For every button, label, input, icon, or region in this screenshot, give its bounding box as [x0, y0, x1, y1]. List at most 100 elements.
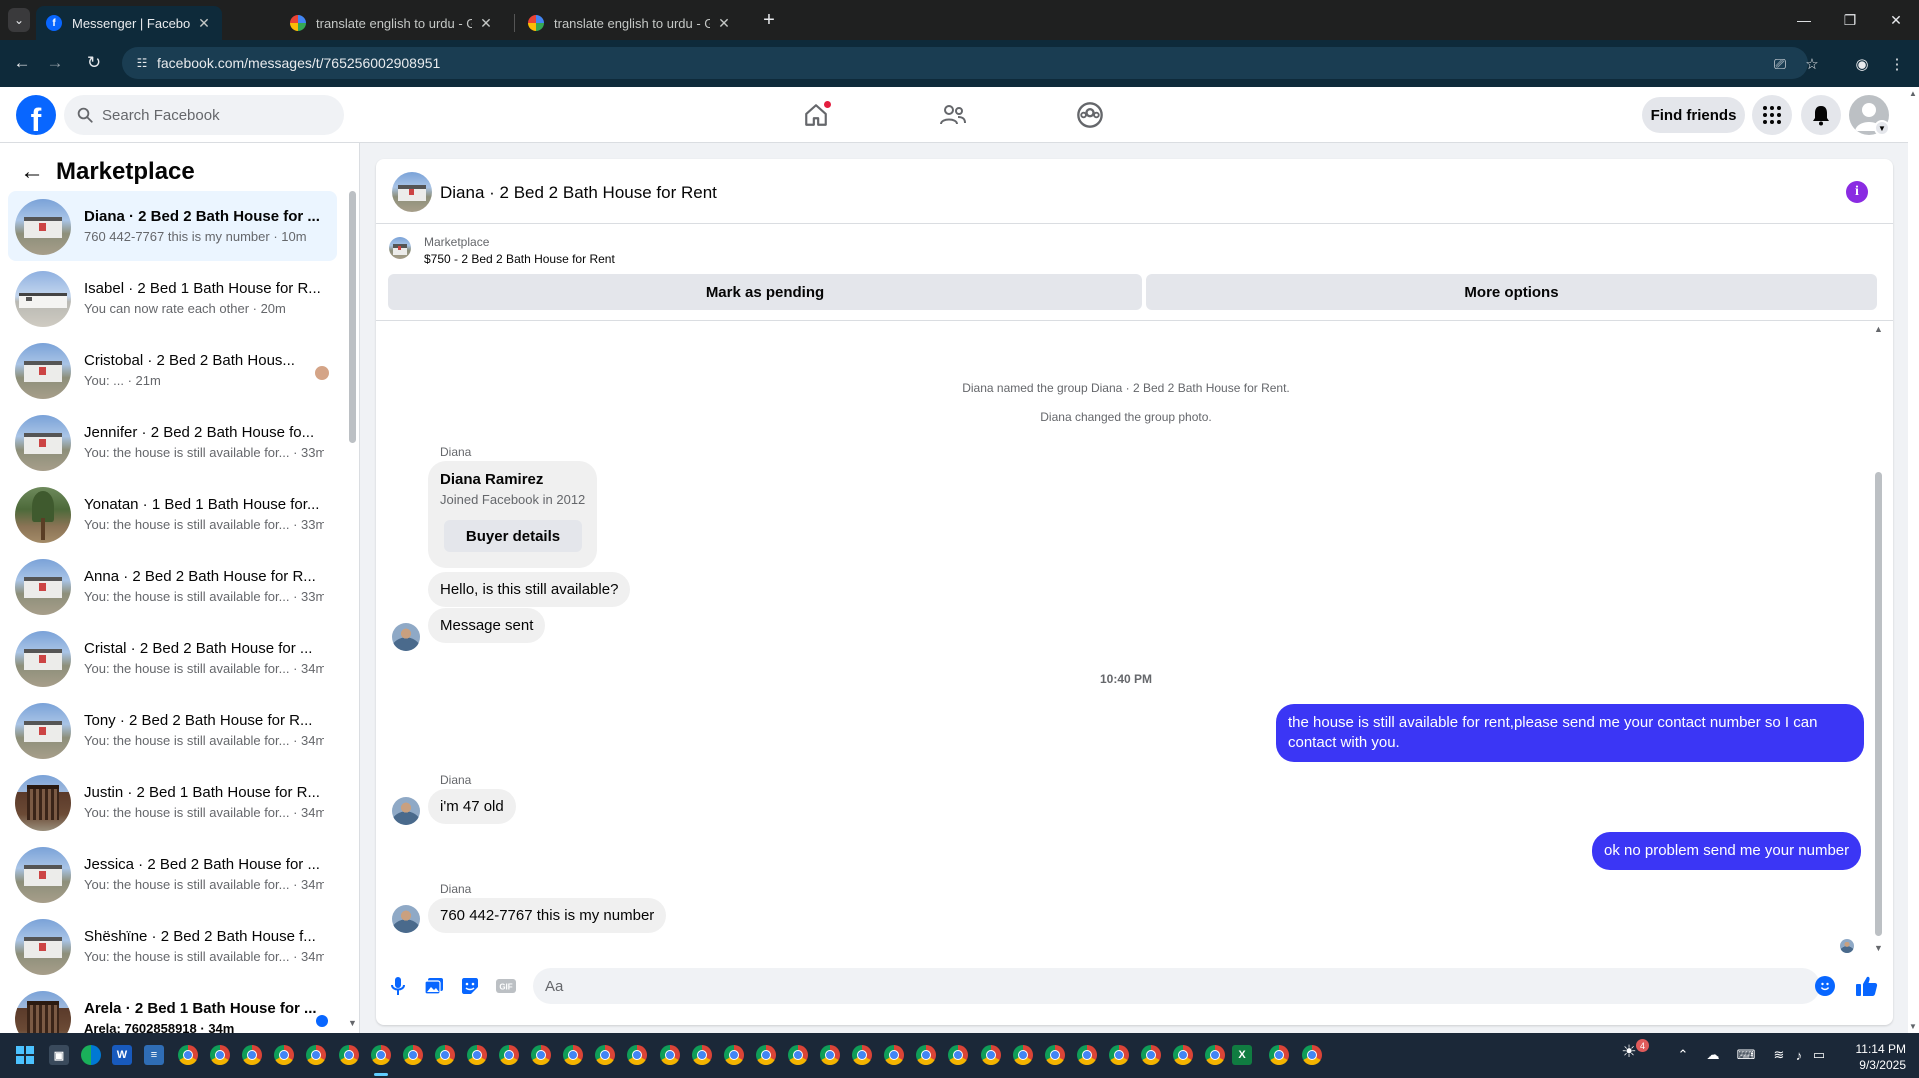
facebook-logo-icon[interactable]: f — [16, 95, 56, 135]
restore-icon[interactable]: ❐ — [1827, 0, 1873, 40]
chrome-taskbar-icon[interactable] — [370, 1045, 391, 1065]
chrome-taskbar-icon[interactable] — [1108, 1045, 1129, 1065]
microphone-icon[interactable] — [387, 975, 409, 997]
windows-start-icon[interactable] — [16, 1046, 34, 1064]
scroll-up-icon[interactable]: ▲ — [1909, 89, 1917, 98]
chat-list-item[interactable]: Cristal · 2 Bed 2 Bath House for ... You:… — [8, 623, 337, 693]
sender-avatar[interactable] — [392, 905, 420, 933]
groups-icon[interactable] — [1075, 100, 1105, 130]
task-view-icon[interactable]: ▣ — [49, 1045, 69, 1065]
chrome-taskbar-icon[interactable] — [402, 1045, 423, 1065]
chat-list-item[interactable]: Jennifer · 2 Bed 2 Bath House fo... You: … — [8, 407, 337, 477]
sender-avatar[interactable] — [392, 623, 420, 651]
menu-dots-icon[interactable]: ⋮ — [1886, 53, 1908, 75]
chat-list-item[interactable]: Shëshïne · 2 Bed 2 Bath House f... You: t… — [8, 911, 337, 981]
chrome-taskbar-icon[interactable] — [691, 1045, 712, 1065]
chrome-taskbar-icon[interactable] — [1301, 1045, 1322, 1065]
search-box[interactable] — [64, 95, 344, 135]
battery-icon[interactable]: ▭ — [1810, 1047, 1828, 1063]
chrome-taskbar-icon[interactable] — [723, 1045, 744, 1065]
listing-thumbnail[interactable] — [389, 237, 411, 259]
new-tab-button[interactable]: + — [758, 8, 780, 32]
thumbs-up-icon[interactable] — [1855, 974, 1879, 998]
tab-search-button[interactable]: ⌄ — [8, 8, 30, 32]
close-icon[interactable]: ✕ — [716, 15, 732, 32]
outgoing-message[interactable]: the house is still available for rent,pl… — [1276, 704, 1864, 762]
scroll-up-icon[interactable]: ▲ — [1874, 324, 1883, 334]
system-clock[interactable]: 11:14 PM 9/3/2025 — [1836, 1041, 1906, 1073]
chrome-taskbar-icon[interactable] — [1141, 1045, 1161, 1065]
conversation-avatar[interactable] — [392, 172, 432, 212]
page-scrollbar[interactable]: ▲ ▼ — [1908, 87, 1919, 1033]
profile-icon[interactable]: ◉ — [1851, 53, 1873, 75]
friends-icon[interactable] — [938, 100, 968, 130]
back-icon[interactable]: ← — [10, 50, 34, 76]
chat-list-item[interactable]: Justin · 2 Bed 1 Bath House for R... You:… — [8, 767, 337, 837]
keyboard-icon[interactable]: ⌨ — [1737, 1047, 1756, 1063]
url-text[interactable]: facebook.com/messages/t/765256002908951 — [157, 55, 440, 71]
chat-list-item[interactable]: Isabel · 2 Bed 1 Bath House for R... You … — [8, 263, 337, 333]
site-info-icon[interactable]: ☷ — [134, 55, 150, 71]
message-composer[interactable] — [533, 968, 1820, 1004]
notifications-bell-icon[interactable] — [1801, 95, 1841, 135]
excel-icon[interactable]: X — [1232, 1045, 1252, 1065]
chrome-taskbar-icon[interactable] — [1012, 1045, 1033, 1065]
sidebar-scrollbar[interactable] — [349, 191, 356, 443]
chat-list-item[interactable]: Jessica · 2 Bed 2 Bath House for ... You:… — [8, 839, 337, 909]
listing-title[interactable]: $750 - 2 Bed 2 Bath House for Rent — [424, 252, 615, 266]
chrome-taskbar-icon[interactable] — [1173, 1045, 1194, 1065]
conversation-scrollbar[interactable] — [1875, 472, 1882, 936]
chrome-taskbar-icon[interactable] — [787, 1045, 808, 1065]
incoming-message[interactable]: i'm 47 old — [428, 789, 516, 824]
forward-icon[interactable]: → — [43, 50, 67, 76]
minimize-icon[interactable]: — — [1781, 0, 1827, 40]
bookmark-star-icon[interactable]: ☆ — [1801, 53, 1823, 75]
chrome-taskbar-icon[interactable] — [338, 1045, 359, 1065]
chrome-taskbar-icon[interactable] — [466, 1045, 487, 1065]
incoming-message[interactable]: Message sent — [428, 608, 546, 643]
search-input[interactable] — [102, 106, 322, 124]
message-input[interactable] — [545, 977, 1745, 995]
chat-list-item[interactable]: Tony · 2 Bed 2 Bath House for R... You: t… — [8, 695, 337, 765]
conversation-title[interactable]: Diana · 2 Bed 2 Bath House for Rent — [440, 183, 717, 203]
reload-icon[interactable]: ↻ — [82, 50, 106, 76]
outgoing-message[interactable]: ok no problem send me your number — [1592, 832, 1862, 870]
notepad-icon[interactable]: ≡ — [144, 1045, 164, 1065]
chrome-taskbar-icon[interactable] — [1044, 1045, 1065, 1065]
incoming-message[interactable]: 760 442-7767 this is my number — [428, 898, 667, 933]
close-icon[interactable]: ✕ — [196, 15, 212, 32]
volume-icon[interactable]: ♪ — [1790, 1047, 1808, 1063]
gif-icon[interactable]: GIF — [495, 975, 517, 997]
buyer-details-button[interactable]: Buyer details — [444, 520, 582, 552]
emoji-icon[interactable] — [1815, 976, 1835, 996]
sticker-icon[interactable] — [459, 975, 481, 997]
chrome-taskbar-icon[interactable] — [210, 1045, 231, 1065]
install-app-icon[interactable]: ⎚ — [1769, 53, 1791, 75]
scroll-down-icon[interactable]: ▼ — [348, 1018, 357, 1028]
chat-list-item[interactable]: Anna · 2 Bed 2 Bath House for R... You: t… — [8, 551, 337, 621]
chrome-taskbar-icon[interactable] — [178, 1045, 198, 1065]
chrome-taskbar-icon[interactable] — [499, 1045, 519, 1065]
chrome-taskbar-icon[interactable] — [531, 1045, 552, 1065]
wifi-icon[interactable]: ≋ — [1770, 1047, 1788, 1063]
info-icon[interactable]: i — [1846, 181, 1868, 203]
back-arrow-icon[interactable]: ← — [20, 158, 46, 186]
chrome-taskbar-icon[interactable] — [755, 1045, 776, 1065]
sender-avatar[interactable] — [392, 797, 420, 825]
chrome-taskbar-icon[interactable] — [659, 1045, 680, 1065]
tab-messenger[interactable]: f Messenger | Facebook ✕ — [36, 6, 222, 40]
tab-translate-1[interactable]: translate english to urdu - Goo ✕ — [280, 6, 504, 40]
chrome-taskbar-icon[interactable] — [852, 1045, 873, 1065]
chrome-taskbar-icon[interactable] — [434, 1045, 455, 1065]
incoming-message[interactable]: Hello, is this still available? — [428, 572, 631, 607]
menu-grid-icon[interactable] — [1752, 95, 1792, 135]
scroll-down-icon[interactable]: ▼ — [1909, 1022, 1917, 1031]
chrome-taskbar-icon[interactable] — [820, 1045, 840, 1065]
chrome-taskbar-icon[interactable] — [1076, 1045, 1097, 1065]
close-window-icon[interactable]: ✕ — [1873, 0, 1919, 40]
mark-as-pending-button[interactable]: Mark as pending — [388, 274, 1142, 310]
chat-list-item[interactable]: Cristobal · 2 Bed 2 Bath Hous... You: ...… — [8, 335, 337, 405]
chat-list-item[interactable]: Yonatan · 1 Bed 1 Bath House for... You: … — [8, 479, 337, 549]
chevron-up-icon[interactable]: ⌃ — [1674, 1047, 1692, 1063]
onedrive-icon[interactable]: ☁ — [1704, 1047, 1722, 1063]
